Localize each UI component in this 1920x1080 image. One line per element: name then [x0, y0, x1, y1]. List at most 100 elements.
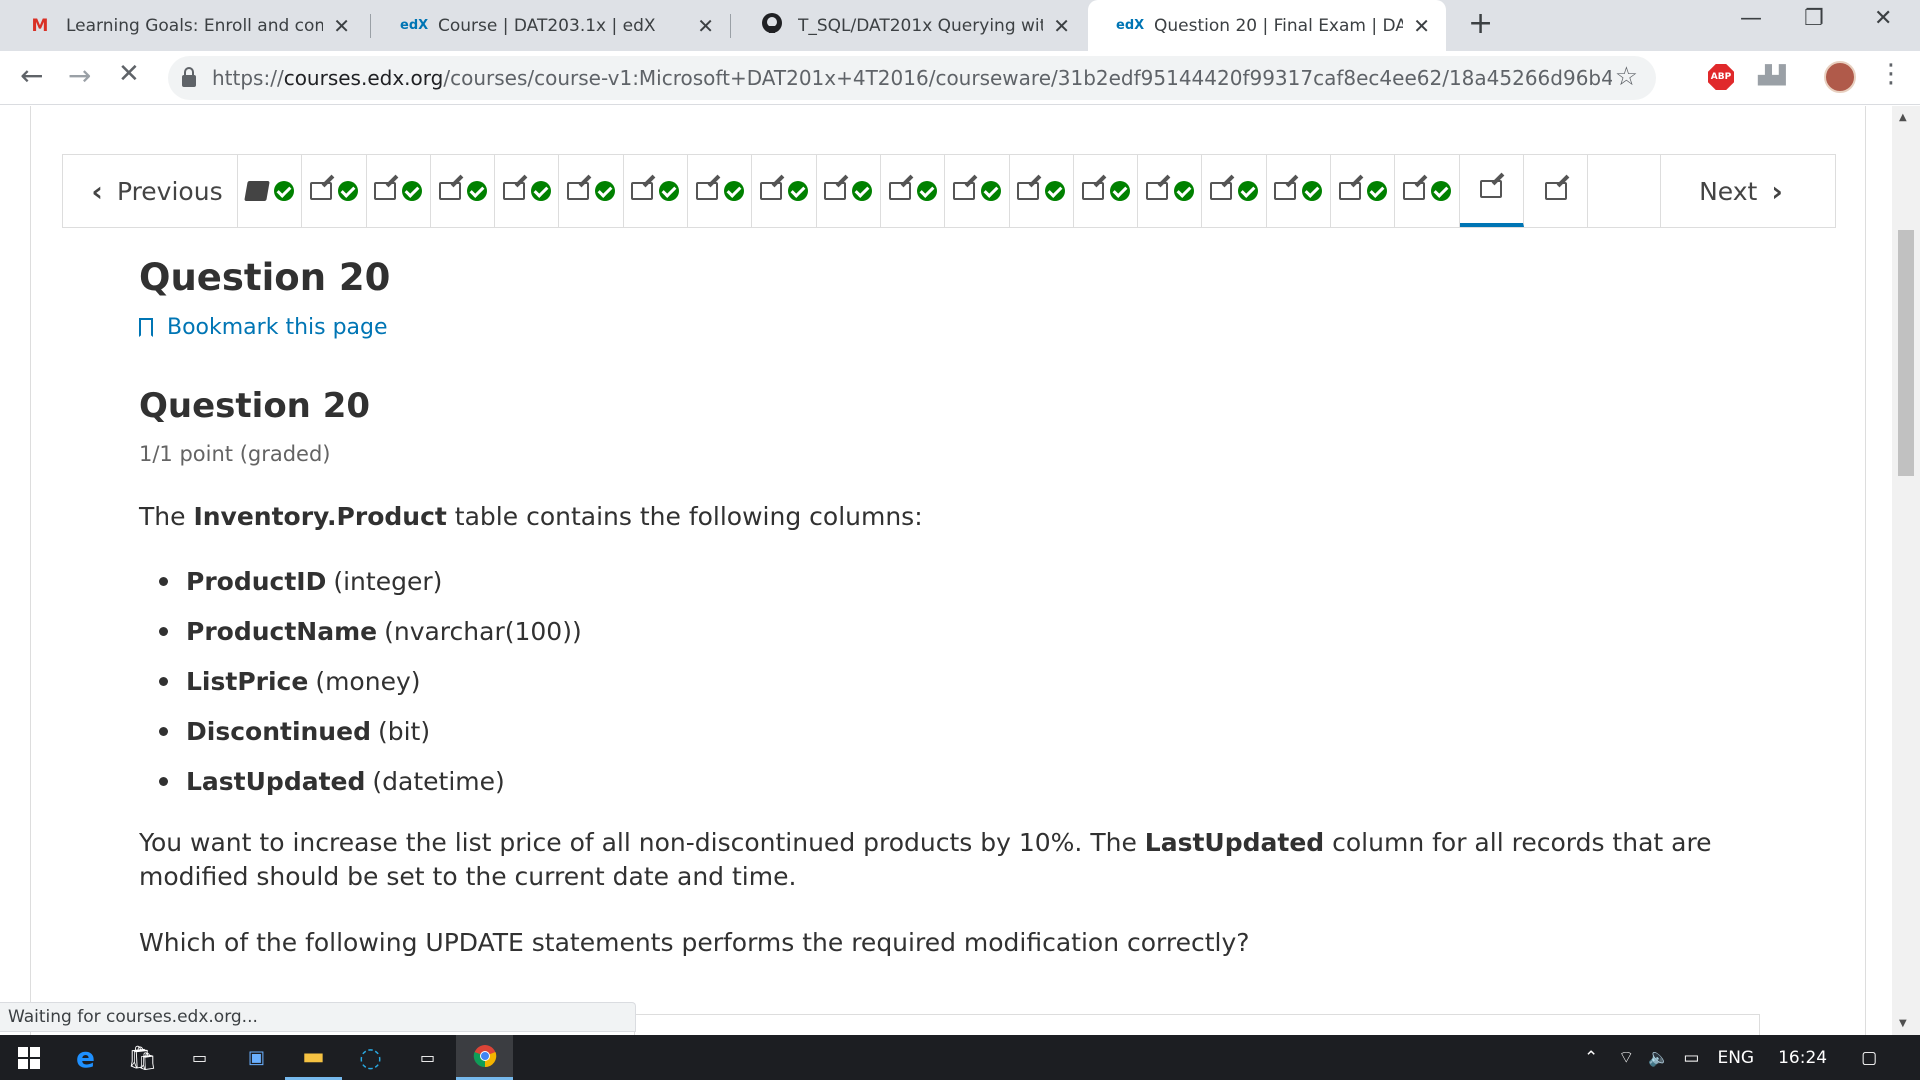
close-window-button[interactable]: ✕ — [1874, 6, 1892, 31]
page-scrollbar[interactable]: ▲ ▼ — [1892, 106, 1920, 1035]
chrome-icon[interactable] — [456, 1035, 513, 1080]
check-icon — [1238, 181, 1259, 201]
browser-tab[interactable]: M Learning Goals: Enroll and compl ✕ — [0, 0, 366, 51]
sequence-item[interactable] — [688, 155, 753, 227]
bookmark-button[interactable]: Bookmark this page — [139, 315, 1759, 340]
edit-icon — [1017, 182, 1040, 200]
volume-icon[interactable]: 🔈 — [1648, 1048, 1669, 1068]
clock[interactable]: 16:24 — [1778, 1048, 1827, 1068]
check-icon — [1430, 181, 1451, 201]
forward-button[interactable]: → — [68, 59, 91, 92]
check-icon — [595, 181, 616, 201]
sequence-item[interactable] — [881, 155, 946, 227]
restore-button[interactable]: ❐ — [1804, 6, 1824, 31]
adblock-icon[interactable]: ABP — [1708, 64, 1734, 90]
system-tray: ⌃ ⌔ 🔈 ▭ ENG 16:24 ▢ — [1584, 1035, 1877, 1080]
gmail-icon: M — [31, 15, 49, 36]
sequence-item[interactable] — [1267, 155, 1332, 227]
sequence-item[interactable] — [945, 155, 1010, 227]
wifi-icon[interactable]: ⌔ — [1618, 1047, 1634, 1068]
stop-loading-button[interactable]: ✕ — [118, 59, 140, 89]
edit-icon — [888, 182, 911, 200]
notifications-icon[interactable]: ▢ — [1861, 1048, 1877, 1068]
lock-icon — [182, 67, 196, 87]
next-label: Next — [1699, 176, 1758, 206]
sequence-item[interactable] — [752, 155, 817, 227]
sequence-item[interactable] — [238, 155, 303, 227]
sequence-item[interactable] — [1459, 155, 1524, 227]
tab-title: Course | DAT203.1x | edX — [438, 15, 656, 36]
scroll-up-arrow[interactable]: ▲ — [1899, 112, 1907, 123]
problem-question: Which of the following UPDATE statements… — [139, 928, 1250, 957]
scroll-thumb[interactable] — [1898, 230, 1914, 476]
edit-icon — [502, 182, 525, 200]
sequence-item[interactable] — [1331, 155, 1396, 227]
language-indicator[interactable]: ENG — [1717, 1048, 1754, 1068]
avatar[interactable] — [1824, 61, 1856, 93]
battery-icon[interactable]: ▭ — [1683, 1048, 1699, 1068]
edge-icon[interactable]: e — [57, 1035, 114, 1080]
close-tab-icon[interactable]: ✕ — [697, 14, 714, 38]
monitor-app-icon[interactable]: ▣ — [228, 1035, 285, 1080]
chevron-left-icon: ‹ — [91, 174, 103, 208]
next-button[interactable]: Next › — [1660, 155, 1835, 227]
tab-divider — [370, 14, 371, 38]
list-item: Discontinued (bit) — [159, 706, 1759, 756]
check-icon — [1366, 181, 1387, 201]
edit-icon — [567, 182, 590, 200]
sequence-item[interactable] — [624, 155, 689, 227]
previous-label: Previous — [116, 176, 223, 206]
ccleaner-icon[interactable]: ◌ — [342, 1035, 399, 1080]
edit-icon — [695, 182, 718, 200]
close-tab-icon[interactable]: ✕ — [333, 14, 350, 38]
sequence-item[interactable] — [1395, 155, 1460, 227]
sequence-item[interactable] — [1010, 155, 1074, 227]
browser-menu-icon[interactable]: ⋮ — [1878, 59, 1904, 89]
edit-icon — [1081, 182, 1104, 200]
file-explorer-icon[interactable]: ▬ — [285, 1035, 342, 1080]
sql-app-icon[interactable]: ▭ — [399, 1035, 456, 1080]
sequence-item[interactable] — [302, 155, 367, 227]
chevron-up-icon[interactable]: ⌃ — [1584, 1048, 1598, 1068]
sequence-item[interactable] — [1138, 155, 1203, 227]
edit-icon — [1338, 182, 1361, 200]
bookmark-label: Bookmark this page — [167, 315, 388, 340]
start-button[interactable] — [0, 1035, 57, 1080]
sequence-item[interactable] — [431, 155, 496, 227]
sequence-item[interactable] — [495, 155, 560, 227]
sequence-item[interactable] — [1074, 155, 1139, 227]
sequence-item[interactable] — [367, 155, 431, 227]
close-tab-icon[interactable]: ✕ — [1413, 14, 1430, 38]
store-icon[interactable]: 🛍 — [114, 1035, 171, 1080]
tab-divider — [730, 14, 731, 38]
edit-icon — [1480, 180, 1503, 198]
extension-icon[interactable]: ▟▟ — [1758, 65, 1786, 86]
scroll-down-arrow[interactable]: ▼ — [1899, 1018, 1907, 1029]
back-button[interactable]: ← — [20, 59, 43, 92]
previous-button[interactable]: ‹ Previous — [63, 155, 238, 227]
list-item: LastUpdated (datetime) — [159, 756, 1759, 806]
close-tab-icon[interactable]: ✕ — [1053, 14, 1070, 38]
url-text[interactable]: https://courses.edx.org/courses/course-v… — [212, 66, 1612, 90]
bookmark-star-icon[interactable]: ☆ — [1615, 62, 1638, 92]
minimize-button[interactable]: — — [1740, 6, 1762, 31]
edit-icon — [438, 182, 461, 200]
new-tab-button[interactable]: + — [1468, 6, 1493, 41]
browser-tab[interactable]: T_SQL/DAT201x Querying with Tr ✕ — [732, 0, 1086, 51]
browser-tab-active[interactable]: edX Question 20 | Final Exam | DAT20 ✕ — [1088, 0, 1446, 51]
sequence-items — [238, 155, 1589, 227]
sequence-item[interactable] — [559, 155, 624, 227]
browser-tab[interactable]: edX Course | DAT203.1x | edX ✕ — [372, 0, 730, 51]
edit-icon — [952, 182, 975, 200]
address-bar[interactable]: https://courses.edx.org/courses/course-v… — [168, 56, 1656, 100]
terminal-icon[interactable]: ▭ — [171, 1035, 228, 1080]
sequence-item[interactable] — [1202, 155, 1267, 227]
check-icon — [273, 181, 294, 201]
check-icon — [1045, 181, 1066, 201]
list-item: ProductID (integer) — [159, 556, 1759, 606]
list-item: ProductName (nvarchar(100)) — [159, 606, 1759, 656]
github-icon — [760, 12, 784, 39]
sequence-item[interactable] — [1524, 155, 1589, 227]
edx-icon: edX — [400, 18, 429, 33]
sequence-item[interactable] — [817, 155, 881, 227]
